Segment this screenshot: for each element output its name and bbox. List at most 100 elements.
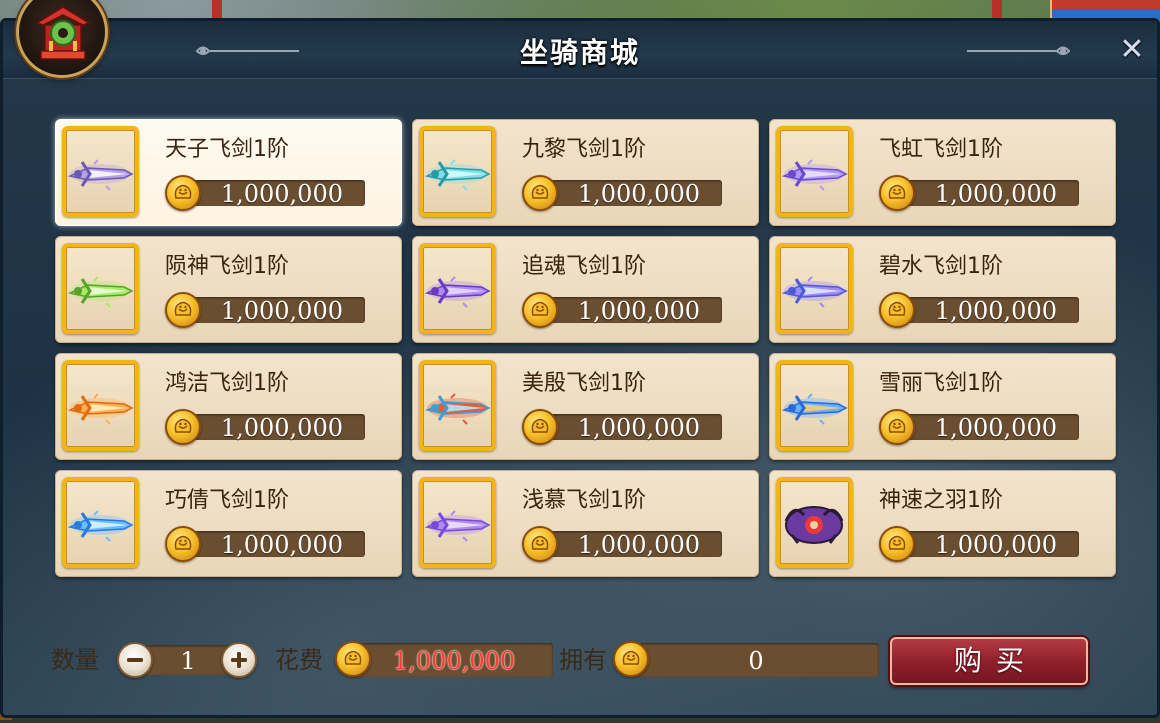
- price-bar: 1,000,000: [181, 180, 365, 208]
- title-bar: 坐骑商城 ✕: [3, 21, 1157, 79]
- price-bar: 1,000,000: [895, 297, 1079, 325]
- item-grid: 天子飞剑1阶 1,000,000 九黎飞剑1阶 1,000,000 飞虹飞剑1阶 1,…: [55, 119, 1117, 579]
- flying-sword-icon: [67, 159, 134, 191]
- shop-item-card[interactable]: 浅慕飞剑1阶 1,000,000: [412, 470, 759, 577]
- item-icon-frame: [62, 243, 139, 334]
- price-bar: 1,000,000: [538, 531, 722, 559]
- item-price: 1,000,000: [577, 180, 700, 208]
- item-name: 追魂飞剑1阶: [522, 254, 646, 279]
- gold-coin-icon: [522, 175, 558, 211]
- item-name: 鸿洁飞剑1阶: [165, 371, 289, 396]
- cost-value: 1,000,000: [393, 647, 516, 675]
- flying-sword-icon: [424, 276, 491, 308]
- gold-coin-icon: [522, 292, 558, 328]
- item-icon-frame: [419, 477, 496, 568]
- flying-sword-icon: [67, 276, 134, 308]
- gold-coin-icon: [879, 409, 915, 445]
- gold-coin-icon: [165, 526, 201, 562]
- mount-shop-window: 坐骑商城 ✕ 天子飞剑1阶 1,000,000 九黎飞剑1阶 1,000,000 飞…: [0, 18, 1160, 718]
- gold-coin-icon: [613, 641, 649, 677]
- shop-item-card[interactable]: 九黎飞剑1阶 1,000,000: [412, 119, 759, 226]
- flying-sword-icon: [424, 159, 491, 191]
- price-bar: 1,000,000: [538, 180, 722, 208]
- cost-label: 花费: [275, 646, 323, 674]
- item-price: 1,000,000: [577, 531, 700, 559]
- item-name: 神速之羽1阶: [879, 488, 1003, 513]
- shop-item-card[interactable]: 美殷飞剑1阶 1,000,000: [412, 353, 759, 460]
- price-bar: 1,000,000: [895, 531, 1079, 559]
- price-bar: 1,000,000: [538, 297, 722, 325]
- item-price: 1,000,000: [220, 531, 343, 559]
- item-price: 1,000,000: [220, 297, 343, 325]
- shop-item-card[interactable]: 飞虹飞剑1阶 1,000,000: [769, 119, 1116, 226]
- gold-coin-icon: [879, 292, 915, 328]
- item-name: 浅慕飞剑1阶: [522, 488, 646, 513]
- item-name: 九黎飞剑1阶: [522, 137, 646, 162]
- price-bar: 1,000,000: [895, 180, 1079, 208]
- item-price: 1,000,000: [934, 531, 1057, 559]
- item-icon-frame: [419, 243, 496, 334]
- flying-sword-icon: [67, 393, 134, 425]
- item-name: 雪丽飞剑1阶: [879, 371, 1003, 396]
- quantity-label: 数量: [51, 646, 99, 674]
- item-icon-frame: [419, 126, 496, 217]
- owned-label: 拥有: [559, 646, 607, 674]
- cloud-ornament-right: [963, 43, 1073, 57]
- item-name: 巧倩飞剑1阶: [165, 488, 289, 513]
- item-name: 天子飞剑1阶: [165, 137, 289, 162]
- decrease-quantity-button[interactable]: [117, 642, 153, 678]
- quantity-value[interactable]: 1: [163, 645, 213, 675]
- buy-button[interactable]: 购买: [890, 637, 1088, 685]
- gold-coin-icon: [879, 526, 915, 562]
- shop-item-card[interactable]: 神速之羽1阶 1,000,000: [769, 470, 1116, 577]
- item-price: 1,000,000: [220, 414, 343, 442]
- item-price: 1,000,000: [577, 297, 700, 325]
- item-icon-frame: [776, 126, 853, 217]
- shop-item-card[interactable]: 巧倩飞剑1阶 1,000,000: [55, 470, 402, 577]
- item-icon-frame: [62, 360, 139, 451]
- gold-coin-icon: [522, 409, 558, 445]
- price-bar: 1,000,000: [181, 414, 365, 442]
- item-price: 1,000,000: [934, 180, 1057, 208]
- shop-item-card[interactable]: 天子飞剑1阶 1,000,000: [55, 119, 402, 226]
- close-button[interactable]: ✕: [1117, 35, 1147, 65]
- item-price: 1,000,000: [220, 180, 343, 208]
- shop-item-card[interactable]: 碧水飞剑1阶 1,000,000: [769, 236, 1116, 343]
- item-price: 1,000,000: [934, 414, 1057, 442]
- flying-sword-icon: [781, 393, 848, 425]
- item-price: 1,000,000: [577, 414, 700, 442]
- price-bar: 1,000,000: [181, 297, 365, 325]
- shop-item-card[interactable]: 雪丽飞剑1阶 1,000,000: [769, 353, 1116, 460]
- flying-sword-icon: [67, 510, 134, 542]
- item-icon-frame: [776, 477, 853, 568]
- item-name: 飞虹飞剑1阶: [879, 137, 1003, 162]
- gold-coin-icon: [165, 175, 201, 211]
- shop-item-card[interactable]: 追魂飞剑1阶 1,000,000: [412, 236, 759, 343]
- shop-item-card[interactable]: 鸿洁飞剑1阶 1,000,000: [55, 353, 402, 460]
- plus-icon: [231, 652, 247, 668]
- flying-sword-icon: [424, 393, 491, 425]
- price-bar: 1,000,000: [181, 531, 365, 559]
- gold-coin-icon: [522, 526, 558, 562]
- price-bar: 1,000,000: [895, 414, 1079, 442]
- item-name: 陨神飞剑1阶: [165, 254, 289, 279]
- item-name: 碧水飞剑1阶: [879, 254, 1003, 279]
- increase-quantity-button[interactable]: [221, 642, 257, 678]
- item-icon-frame: [419, 360, 496, 451]
- gold-coin-icon: [879, 175, 915, 211]
- item-price: 1,000,000: [934, 297, 1057, 325]
- flying-sword-icon: [781, 159, 848, 191]
- item-icon-frame: [62, 477, 139, 568]
- item-icon-frame: [776, 243, 853, 334]
- gold-coin-icon: [165, 292, 201, 328]
- flying-sword-icon: [781, 276, 848, 308]
- shop-item-card[interactable]: 陨神飞剑1阶 1,000,000: [55, 236, 402, 343]
- flying-sword-icon: [424, 510, 491, 542]
- wing-mount-icon: [784, 506, 844, 544]
- price-bar: 1,000,000: [538, 414, 722, 442]
- minus-icon: [127, 658, 143, 662]
- gold-coin-icon: [335, 641, 371, 677]
- item-name: 美殷飞剑1阶: [522, 371, 646, 396]
- item-icon-frame: [62, 126, 139, 217]
- item-icon-frame: [776, 360, 853, 451]
